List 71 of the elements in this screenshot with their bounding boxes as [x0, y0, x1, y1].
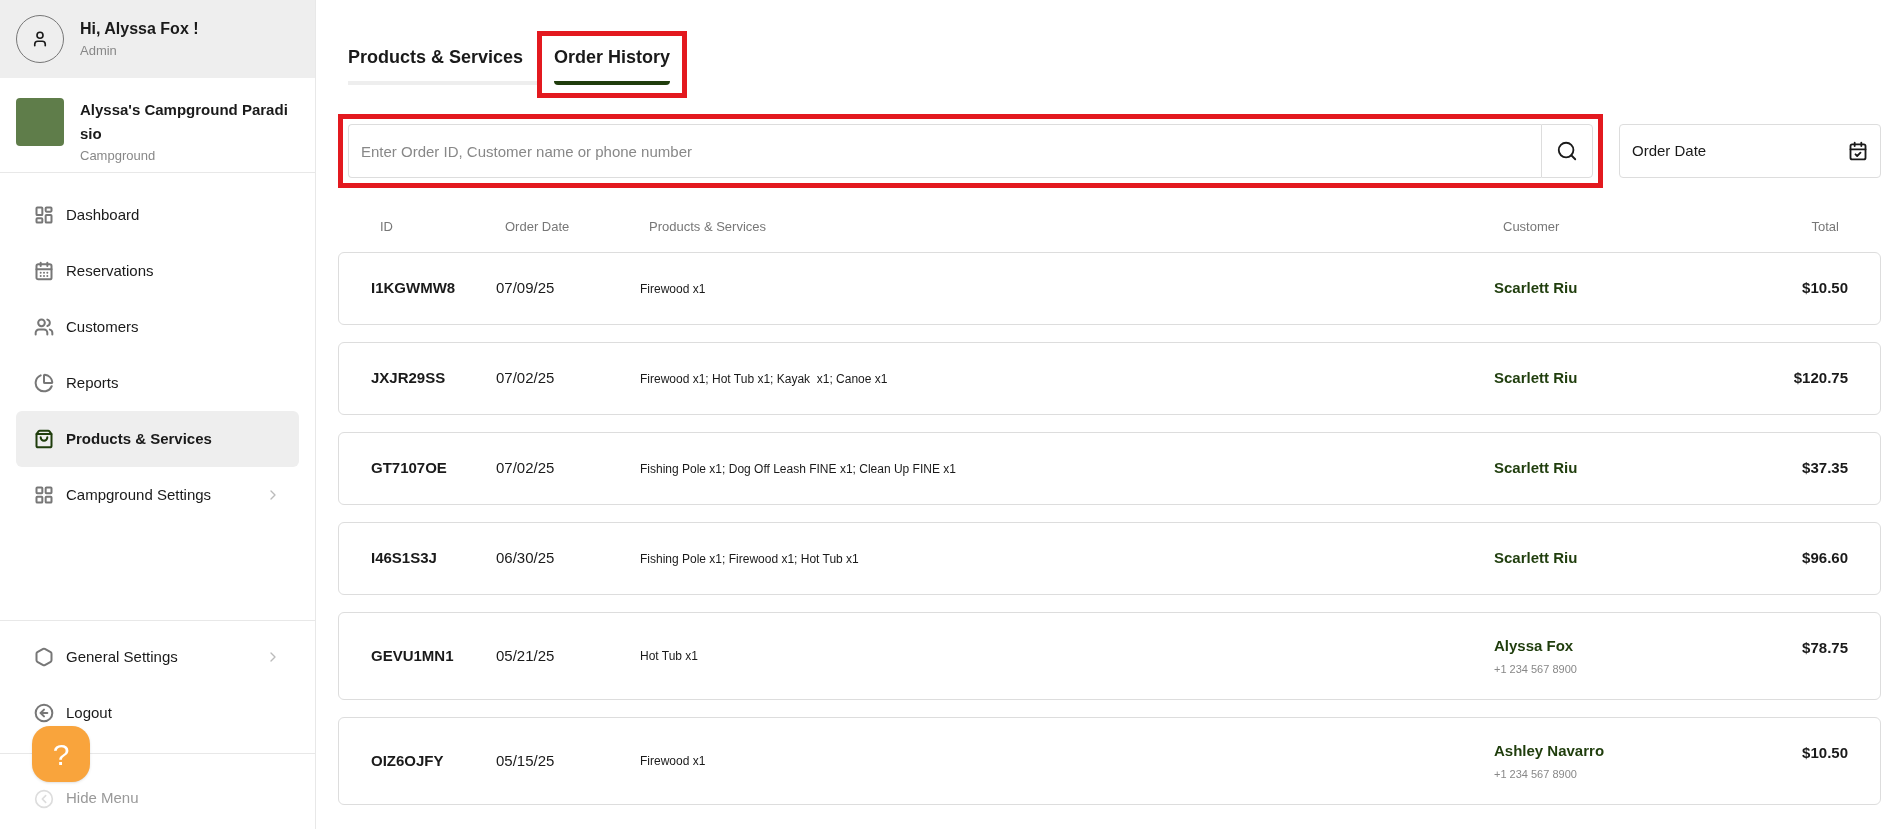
- campground-photo: [16, 98, 64, 146]
- order-total: $10.50: [1802, 278, 1848, 299]
- order-date: 05/21/25: [496, 645, 556, 666]
- order-total: $37.35: [1802, 458, 1848, 479]
- order-date: 07/02/25: [496, 458, 556, 479]
- customer-name[interactable]: Scarlett Riu: [1494, 367, 1794, 390]
- calendar-icon: [1848, 141, 1868, 161]
- people-icon: [34, 317, 54, 337]
- grid-icon: [34, 485, 54, 505]
- order-date: 06/30/25: [496, 548, 556, 569]
- order-id: GEVU1MN1: [371, 645, 455, 666]
- order-date: 05/15/25: [496, 750, 556, 771]
- order-row[interactable]: GEVU1MN1 05/21/25 Hot Tub x1 Alyssa Fox +1 234 567 8900 $78.75: [338, 612, 1881, 700]
- nav-item[interactable]: Reports: [16, 355, 299, 411]
- date-filter-field[interactable]: Order Date: [1619, 124, 1881, 178]
- order-total: $10.50: [1802, 743, 1848, 763]
- order-id: OIZ6OJFY: [371, 750, 445, 771]
- order-items: Fishing Pole x1; Dog Off Leash FINE x1; Clean Up FINE x1: [640, 460, 957, 478]
- tab[interactable]: Order History: [554, 44, 671, 85]
- nav-item[interactable]: Reservations: [16, 243, 299, 299]
- column-header: ID: [380, 218, 394, 237]
- search-icon: [1556, 140, 1578, 162]
- user-greeting: Hi, Alyssa Fox !: [80, 19, 199, 40]
- order-row[interactable]: I1KGWMW8 07/09/25 Firewood x1 Scarlett Riu $10.50: [338, 252, 1881, 325]
- bag-icon: [34, 429, 54, 449]
- order-id: I46S1S3J: [371, 548, 438, 569]
- order-id: JXJR29SS: [371, 368, 447, 389]
- order-id: GT7107OE: [371, 458, 448, 479]
- order-total: $78.75: [1802, 638, 1848, 658]
- column-header: Total: [1811, 218, 1839, 237]
- order-items: Firewood x1; Hot Tub x1; Kayak x1; Canoe x1: [640, 370, 889, 388]
- order-row[interactable]: JXJR29SS 07/02/25 Firewood x1; Hot Tub x1; Kayak x1; Canoe x1 Scarlett Riu $120.75: [338, 342, 1881, 415]
- hexagon-icon: [34, 647, 54, 667]
- user-role: Admin: [80, 42, 118, 61]
- search-button[interactable]: [1541, 124, 1593, 178]
- nav-item[interactable]: Dashboard: [16, 187, 299, 243]
- order-row[interactable]: I46S1S3J 06/30/25 Fishing Pole x1; Firewood x1; Hot Tub x1 Scarlett Riu $96.60: [338, 522, 1881, 595]
- search-field[interactable]: Enter Order ID, Customer name or phone number: [348, 124, 1541, 178]
- nav-item[interactable]: Campground Settings: [16, 467, 299, 523]
- customer-name[interactable]: Scarlett Riu: [1494, 457, 1803, 480]
- customer-name[interactable]: Ashley Navarro: [1494, 739, 1803, 762]
- nav-item[interactable]: General Settings: [16, 629, 299, 685]
- dashboard-icon: [34, 205, 54, 225]
- order-items: Firewood x1: [640, 753, 707, 770]
- chevron-left-icon: [34, 788, 54, 809]
- campground-type: Campground: [80, 147, 157, 165]
- customer-phone: +1 234 567 8900: [1494, 662, 1578, 677]
- logout-icon: [34, 703, 54, 723]
- nav-item[interactable]: Products & Services: [16, 411, 299, 467]
- order-date: 07/02/25: [496, 368, 556, 389]
- customer-name[interactable]: Scarlett Riu: [1494, 547, 1803, 570]
- order-date: 07/09/25: [496, 278, 556, 299]
- order-items: Fishing Pole x1; Firewood x1; Hot Tub x1: [640, 550, 860, 568]
- order-items: Hot Tub x1: [640, 648, 700, 665]
- customer-name[interactable]: Scarlett Riu: [1494, 277, 1803, 300]
- nav-item[interactable]: Customers: [16, 299, 299, 355]
- calendar-icon: [34, 261, 54, 281]
- pie-chart-icon: [34, 373, 54, 393]
- column-header: Customer: [1503, 218, 1561, 237]
- tab[interactable]: Products & Services: [348, 44, 538, 85]
- order-total: $96.60: [1802, 548, 1848, 569]
- customer-name[interactable]: Alyssa Fox: [1494, 634, 1803, 657]
- order-row[interactable]: GT7107OE 07/02/25 Fishing Pole x1; Dog Off Leash FINE x1; Clean Up FINE x1 Scarlett Riu $37.35: [338, 432, 1881, 505]
- order-row[interactable]: OIZ6OJFY 05/15/25 Firewood x1 Ashley Navarro +1 234 567 8900 $10.50: [338, 717, 1881, 805]
- column-header: Order Date: [505, 218, 571, 237]
- order-id: I1KGWMW8: [371, 278, 457, 299]
- order-items: Firewood x1: [640, 280, 707, 298]
- order-total: $120.75: [1793, 368, 1848, 389]
- customer-phone: +1 234 567 8900: [1494, 767, 1578, 782]
- column-header: Products & Services: [649, 218, 768, 237]
- campground-name: Alyssa's Campground Paradisio: [80, 100, 289, 144]
